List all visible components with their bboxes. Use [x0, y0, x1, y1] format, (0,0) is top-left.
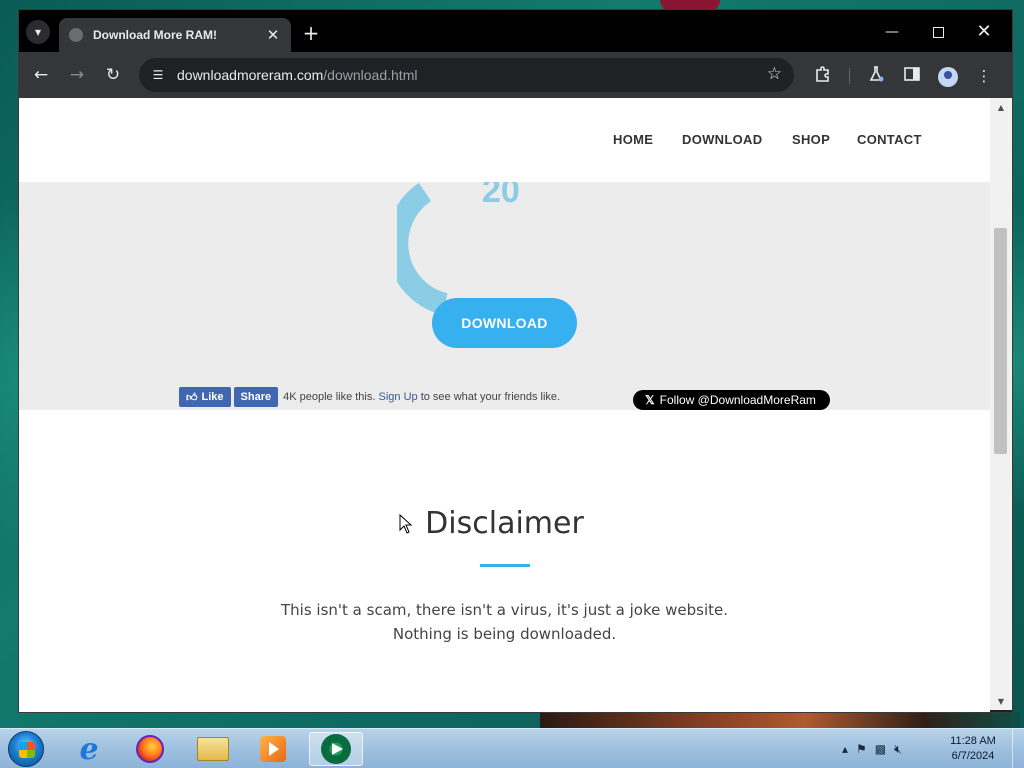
system-tray: ▴ ⚑ ▩ 🔇︎	[842, 735, 902, 763]
facebook-count-text: 4K people like this. Sign Up to see what…	[283, 391, 560, 403]
disclaimer-line: Nothing is being downloaded.	[392, 625, 617, 643]
page-scrollbar[interactable]: ▲ ▼	[990, 98, 1012, 710]
download-hero-section: 20 DOWNLOAD 👍︎ Like Share 4K people like …	[19, 182, 990, 410]
disclaimer-body: This isn't a scam, there isn't a virus, …	[19, 598, 990, 646]
show-desktop-button[interactable]	[1012, 729, 1024, 768]
page-viewport: HOME DOWNLOAD SHOP CONTACT 20 DOWNLOAD 👍…	[19, 98, 990, 712]
scroll-down-icon[interactable]: ▼	[990, 694, 1012, 710]
volume-muted-icon[interactable]: 🔇︎	[894, 742, 902, 757]
nav-link-download[interactable]: DOWNLOAD	[682, 132, 762, 147]
facebook-signup-link[interactable]: Sign Up	[379, 391, 418, 403]
facebook-widget: 👍︎ Like Share 4K people like this. Sign U…	[179, 387, 560, 407]
minimize-button[interactable]: —	[869, 18, 915, 46]
nav-link-contact[interactable]: CONTACT	[857, 132, 922, 147]
facebook-tail-text: to see what your friends like.	[420, 391, 561, 403]
system-clock[interactable]: 11:28 AM 6/7/2024	[940, 734, 1006, 764]
gauge-value: 20	[482, 182, 520, 210]
toolbar-divider	[849, 68, 850, 84]
tune-icon[interactable]: ☰	[147, 64, 169, 86]
site-navigation: HOME DOWNLOAD SHOP CONTACT	[19, 98, 990, 182]
download-button[interactable]: DOWNLOAD	[432, 298, 577, 348]
clock-date: 6/7/2024	[951, 750, 995, 762]
puzzle-icon[interactable]	[812, 65, 834, 87]
facebook-count: 4K people like this.	[283, 391, 376, 403]
tab-title: Download More RAM!	[93, 28, 217, 42]
heading-underline	[480, 564, 530, 567]
wallpaper-decoration	[540, 712, 1020, 728]
facebook-like-button[interactable]: 👍︎ Like	[179, 387, 231, 407]
scroll-up-icon[interactable]: ▲	[990, 100, 1012, 116]
x-logo-icon: 𝕏	[645, 393, 655, 407]
url-domain: downloadmoreram.com	[177, 67, 324, 83]
new-tab-button[interactable]: +	[299, 22, 323, 46]
scrollbar-thumb[interactable]	[994, 228, 1007, 454]
arrow-left-icon[interactable]: ←	[29, 63, 53, 87]
show-hidden-icons-icon[interactable]: ▴	[842, 742, 848, 756]
close-icon[interactable]: ✕	[265, 26, 281, 44]
url-path: /download.html	[323, 67, 418, 83]
profile-icon[interactable]	[937, 65, 959, 87]
media-player-icon[interactable]	[246, 732, 300, 766]
flag-icon[interactable]: ⚑	[856, 742, 867, 756]
twitter-follow-button[interactable]: 𝕏 Follow @DownloadMoreRam	[633, 390, 830, 410]
flask-icon[interactable]	[865, 65, 887, 87]
thumbs-up-icon: 👍︎	[186, 391, 198, 404]
tab-strip: ▾ Download More RAM! ✕ + — ✕	[19, 10, 1012, 52]
twitter-follow-label: Follow @DownloadMoreRam	[659, 393, 816, 407]
network-icon[interactable]: ▩	[875, 742, 886, 756]
maximize-button[interactable]	[915, 18, 961, 46]
windows-taskbar: e ▴ ⚑ ▩ 🔇︎ 11:28 AM 6/7/2024	[0, 728, 1024, 768]
disclaimer-heading: Disclaimer	[425, 506, 584, 541]
browser-toolbar: ← → ↻ ☰ downloadmoreram.com/download.htm…	[19, 52, 1012, 98]
file-explorer-icon[interactable]	[186, 732, 240, 766]
mouse-cursor-icon	[399, 514, 413, 534]
more-vert-icon[interactable]: ⋮	[973, 65, 995, 87]
side-panel-icon[interactable]	[901, 65, 923, 87]
reload-icon[interactable]: ↻	[101, 63, 125, 87]
browser-window: ▾ Download More RAM! ✕ + — ✕ ← → ↻ ☰ dow…	[18, 9, 1013, 713]
disclaimer-line: This isn't a scam, there isn't a virus, …	[280, 601, 728, 619]
arrow-right-icon[interactable]: →	[65, 63, 89, 87]
nav-link-home[interactable]: HOME	[613, 132, 653, 147]
clock-time: 11:28 AM	[950, 735, 996, 747]
internet-explorer-icon[interactable]: e	[62, 732, 116, 767]
tab-active[interactable]: Download More RAM! ✕	[59, 18, 291, 52]
chrome-taskbar-icon[interactable]	[309, 732, 363, 766]
star-icon[interactable]: ☆	[767, 64, 782, 84]
close-window-button[interactable]: ✕	[961, 18, 1007, 46]
nav-link-shop[interactable]: SHOP	[792, 132, 830, 147]
start-button[interactable]	[8, 731, 44, 767]
firefox-icon[interactable]	[123, 732, 177, 766]
chevron-down-icon[interactable]: ▾	[26, 20, 50, 44]
facebook-like-label: Like	[201, 391, 224, 403]
facebook-share-button[interactable]: Share	[233, 387, 279, 407]
globe-icon	[69, 28, 83, 42]
address-bar[interactable]: ☰ downloadmoreram.com/download.html ☆	[139, 58, 794, 92]
